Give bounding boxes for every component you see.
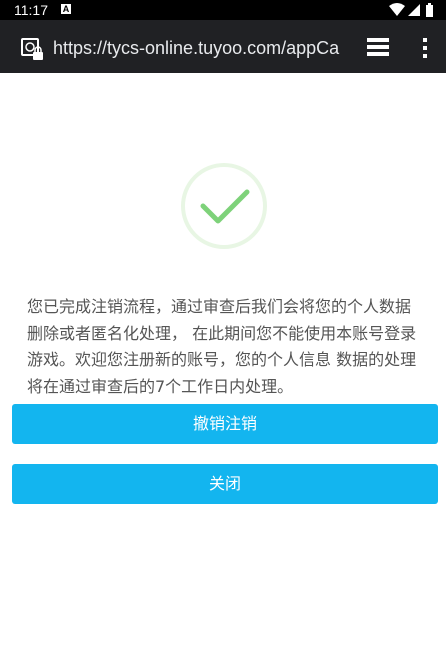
browser-url-bar: https://tycs-online.tuyoo.com/appCa bbox=[0, 20, 446, 73]
deregistration-message: 您已完成注销流程，通过审查后我们会将您的个人数据删除或者匿名化处理， 在此期间您… bbox=[27, 297, 417, 396]
url-field[interactable]: https://tycs-online.tuyoo.com/appCa bbox=[53, 36, 345, 60]
wifi-icon bbox=[389, 3, 405, 16]
status-time: 11:17 bbox=[14, 2, 48, 18]
menu-icon[interactable] bbox=[420, 36, 430, 60]
status-icons bbox=[389, 3, 433, 17]
tabs-icon[interactable] bbox=[366, 36, 390, 58]
battery-icon bbox=[426, 3, 433, 17]
checkmark-icon bbox=[181, 163, 267, 249]
revoke-deregistration-button[interactable]: 撤销注销 bbox=[12, 404, 438, 444]
notification-icon: A bbox=[61, 4, 71, 14]
site-info-icon[interactable] bbox=[20, 37, 44, 61]
close-button[interactable]: 关闭 bbox=[12, 464, 438, 504]
signal-icon bbox=[408, 4, 420, 16]
status-bar: 11:17 A bbox=[0, 0, 446, 20]
